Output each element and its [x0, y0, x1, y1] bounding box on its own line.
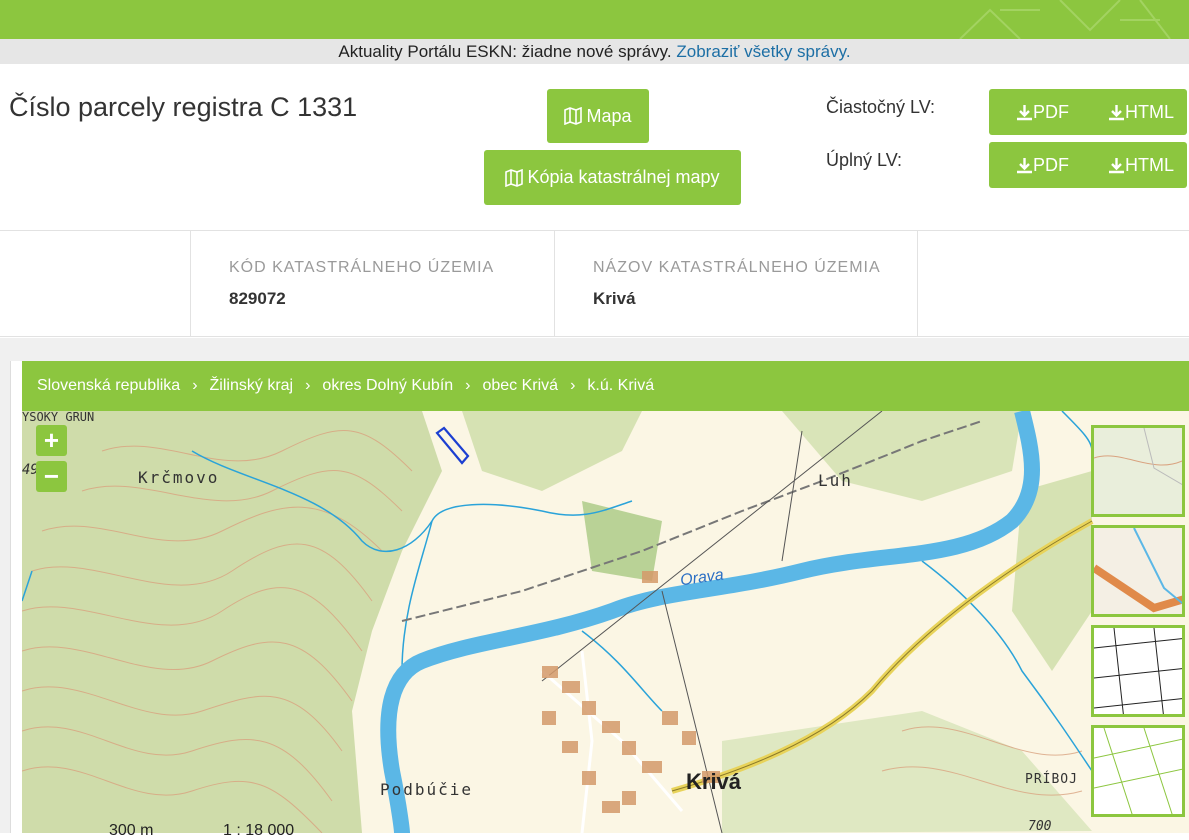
chevron-right-icon: › [305, 377, 311, 394]
map-icon [505, 168, 524, 187]
map-label-kriva: Krivá [686, 769, 742, 794]
cadastral-code-label: KÓD KATASTRÁLNEHO ÚZEMIA [229, 259, 495, 276]
download-icon [1017, 157, 1032, 173]
layer-preview-icon [1094, 628, 1182, 714]
map-label-luh: Luh [818, 471, 853, 490]
page-title: Číslo parcely registra C 1331 [9, 92, 358, 122]
cadastral-code-cell: KÓD KATASTRÁLNEHO ÚZEMIA 829072 [190, 231, 554, 337]
partial-lv-buttons: PDF HTML [989, 89, 1187, 135]
partial-lv-html-button[interactable]: HTML [1108, 102, 1174, 123]
news-bar: Aktuality Portálu ESKN: žiadne nové sprá… [0, 39, 1189, 64]
cadastral-name-label: NÁZOV KATASTRÁLNEHO ÚZEMIA [593, 259, 881, 276]
partial-lv-pdf-button[interactable]: PDF [1016, 102, 1069, 123]
full-lv-buttons: PDF HTML [989, 142, 1187, 188]
breadcrumb-region[interactable]: Žilinský kraj [210, 377, 294, 395]
full-lv-label: Úplný LV: [826, 150, 903, 170]
layer-thumb-cadastral[interactable] [1091, 625, 1185, 717]
map-label-priboj: PRÍBOJ [1025, 771, 1078, 787]
map-label-vysoky: YSOKY GRUN [22, 411, 94, 424]
scale-bar-distance: 300 m [109, 822, 154, 839]
map-copy-button[interactable]: Kópia katastrálnej mapy [484, 150, 741, 205]
layer-preview-icon [1094, 528, 1182, 614]
zoom-out-button[interactable]: − [36, 461, 67, 492]
layer-preview-icon [1094, 728, 1182, 814]
map-button-label: Mapa [586, 105, 632, 126]
breadcrumb-municipality[interactable]: obec Krivá [482, 377, 558, 395]
breadcrumb-country[interactable]: Slovenská republika [37, 377, 180, 395]
parcel-outline [435, 426, 470, 465]
cadastral-info: KÓD KATASTRÁLNEHO ÚZEMIA 829072 NÁZOV KA… [0, 230, 1189, 337]
info-empty-cell [917, 231, 1189, 337]
download-icon [1017, 104, 1032, 120]
breadcrumb-cadastral-area[interactable]: k.ú. Krivá [587, 377, 654, 395]
layer-thumb-orthophoto[interactable] [1091, 525, 1185, 617]
chevron-right-icon: › [465, 377, 471, 394]
chevron-right-icon: › [192, 377, 198, 394]
plus-icon: + [43, 425, 60, 455]
map-label-elev: 700 [1028, 819, 1052, 833]
full-lv-pdf-button[interactable]: PDF [1016, 155, 1069, 176]
map-label-krcmovo: Krčmovo [138, 468, 219, 487]
map-copy-button-label: Kópia katastrálnej mapy [527, 167, 720, 187]
full-lv-html-button[interactable]: HTML [1108, 155, 1174, 176]
news-text: Aktuality Portálu ESKN: žiadne nové sprá… [338, 42, 672, 61]
chevron-right-icon: › [570, 377, 576, 394]
zoom-in-button[interactable]: + [36, 425, 67, 456]
download-icon [1109, 104, 1124, 120]
map-label-podbucie: Podbúčie [380, 780, 473, 799]
layer-thumb-topographic[interactable] [1091, 425, 1185, 517]
topographic-map: YSOKY GRUN 49 Krčmovo Luh Podbúčie PRÍBO… [22, 411, 1094, 833]
map-button[interactable]: Mapa [547, 89, 649, 143]
html-label: HTML [1125, 101, 1174, 122]
partial-lv-label: Čiastočný LV: [826, 97, 936, 117]
breadcrumb-district[interactable]: okres Dolný Kubín [322, 377, 453, 395]
minus-icon: − [43, 461, 60, 491]
breadcrumb: Slovenská republika › Žilinský kraj › ok… [22, 361, 1189, 411]
map-canvas[interactable]: YSOKY GRUN 49 Krčmovo Luh Podbúčie PRÍBO… [22, 411, 1189, 833]
cadastral-code-value: 829072 [229, 289, 286, 308]
layer-thumb-parcels[interactable] [1091, 725, 1185, 817]
banner-pattern [959, 0, 1171, 39]
pdf-label: PDF [1033, 101, 1069, 122]
layer-preview-icon [1094, 428, 1182, 514]
download-icon [1109, 157, 1124, 173]
news-all-link[interactable]: Zobraziť všetky správy. [676, 42, 850, 61]
top-banner [0, 0, 1189, 39]
map-icon [564, 107, 583, 125]
cadastral-name-value: Krivá [593, 289, 636, 308]
html-label: HTML [1125, 154, 1174, 175]
pdf-label: PDF [1033, 154, 1069, 175]
scale-ratio: 1 : 18 000 [223, 822, 295, 839]
cadastral-name-cell: NÁZOV KATASTRÁLNEHO ÚZEMIA Krivá [554, 231, 917, 337]
